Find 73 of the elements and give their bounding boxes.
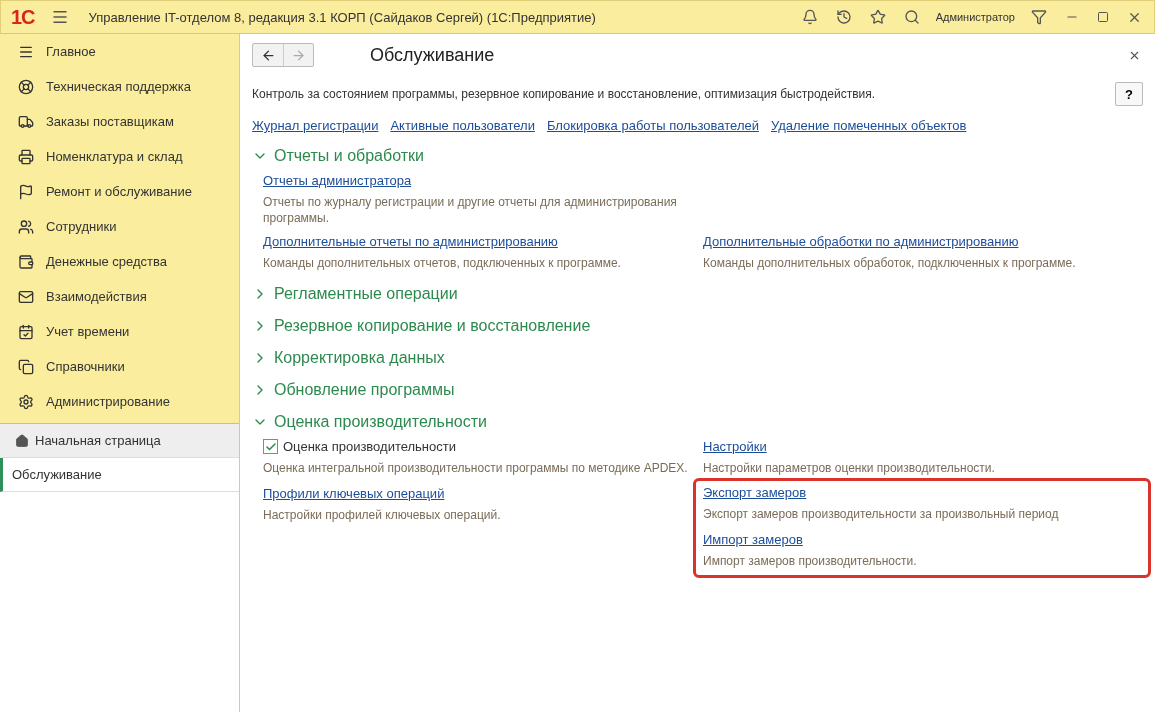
section-label: Сотрудники — [46, 219, 117, 234]
group-header[interactable]: Резервное копирование и восстановление — [252, 317, 591, 335]
link[interactable]: Удаление помеченных объектов — [770, 118, 967, 133]
section-label: Номенклатура и склад — [46, 149, 183, 164]
right-arrow-icon — [291, 47, 306, 63]
checkbox[interactable] — [263, 439, 278, 454]
item-description: Настройки профилей ключевых операций. — [263, 507, 502, 523]
section-item[interactable]: Денежные средства — [0, 244, 239, 279]
section-item[interactable]: Ремонт и обслуживание — [0, 174, 239, 209]
group-header[interactable]: Оценка производительности — [252, 413, 487, 431]
section-item[interactable]: Справочники — [0, 349, 239, 384]
link[interactable]: Дополнительные обработки по администрированию — [703, 234, 1143, 249]
maximize-icon[interactable] — [1095, 9, 1111, 25]
section-label: Главное — [46, 44, 96, 59]
item-description: Импорт замеров производительности. — [703, 553, 918, 569]
section-label: Взаимодействия — [46, 289, 147, 304]
section-item[interactable]: Взаимодействия — [0, 279, 239, 314]
printer-icon — [18, 148, 34, 165]
item-description: Отчеты по журналу регистрации и другие отчеты для администрирования программы. — [263, 194, 678, 226]
section-item[interactable]: Главное — [0, 34, 239, 69]
wallet-icon — [18, 253, 34, 270]
flag-icon — [18, 183, 34, 200]
group-header[interactable]: Корректировка данных — [252, 349, 445, 367]
calendar-icon — [18, 323, 34, 340]
section-label: Ремонт и обслуживание — [46, 184, 192, 199]
link[interactable]: Профили ключевых операций — [263, 486, 703, 501]
help-button[interactable]: ? — [1115, 82, 1143, 106]
item-description: Оценка интегральной производительности программы по методике APDEX. — [263, 460, 689, 476]
section-item[interactable]: Техническая поддержка — [0, 69, 239, 104]
item-description: Команды дополнительных отчетов, подключенных к программе. — [263, 255, 622, 271]
truck-icon — [18, 113, 34, 130]
tab-label: Начальная страница — [35, 433, 161, 448]
item-description: Команды дополнительных обработок, подключенных к программе. — [703, 255, 1077, 271]
link[interactable]: Импорт замеров — [703, 532, 1142, 547]
people-icon — [18, 218, 34, 235]
link[interactable]: Журнал регистрации — [252, 118, 379, 133]
link[interactable]: Отчеты администратора — [263, 173, 703, 188]
pages-icon — [18, 358, 34, 375]
section-item[interactable]: Администрирование — [0, 384, 239, 419]
section-item[interactable]: Номенклатура и склад — [0, 139, 239, 174]
group-header[interactable]: Регламентные операции — [252, 285, 458, 303]
section-item[interactable]: Сотрудники — [0, 209, 239, 244]
section-label: Учет времени — [46, 324, 130, 339]
link[interactable]: Дополнительные отчеты по администрированию — [263, 234, 703, 249]
section-item[interactable]: Учет времени — [0, 314, 239, 349]
settings-icon — [18, 393, 34, 410]
home-icon — [15, 433, 29, 448]
item-description: Настройки параметров оценки производительности. — [703, 460, 996, 476]
link[interactable]: Блокировка работы пользователей — [546, 118, 759, 133]
link[interactable]: Активные пользователи — [390, 118, 535, 133]
logo: 1С — [11, 5, 35, 29]
open-window-tab[interactable]: Начальная страница — [0, 424, 239, 458]
window-title: Управление IT-отделом 8, редакция 3.1 КОРП (Сайдаков Сергей) (1С:Предприятие) — [88, 9, 597, 25]
tab-label: Обслуживание — [12, 467, 102, 482]
link[interactable]: Настройки — [703, 439, 1143, 454]
section-label: Заказы поставщикам — [46, 114, 174, 129]
section-label: Техническая поддержка — [46, 79, 191, 94]
group-header[interactable]: Отчеты и обработки — [252, 147, 424, 165]
section-item[interactable]: Заказы поставщикам — [0, 104, 239, 139]
checkbox-label: Оценка производительности — [283, 439, 456, 454]
section-label: Денежные средства — [46, 254, 168, 269]
page-description: Контроль за состоянием программы, резервное копирование и восстановление, оптимизация быстродействия. — [252, 87, 876, 101]
filter-icon[interactable] — [1029, 7, 1049, 27]
group-header[interactable]: Обновление программы — [252, 381, 455, 399]
envelope-icon — [18, 288, 34, 305]
link[interactable]: Экспорт замеров — [703, 485, 1142, 500]
page-title: Обслуживание — [370, 44, 496, 66]
section-label: Справочники — [46, 359, 125, 374]
lifebuoy-icon — [18, 78, 34, 95]
section-label: Администрирование — [46, 394, 170, 409]
open-window-tab[interactable]: Обслуживание — [0, 458, 239, 492]
user-name[interactable]: Администратор — [935, 11, 1015, 23]
item-description: Экспорт замеров производительности за произвольный период — [703, 506, 1060, 522]
